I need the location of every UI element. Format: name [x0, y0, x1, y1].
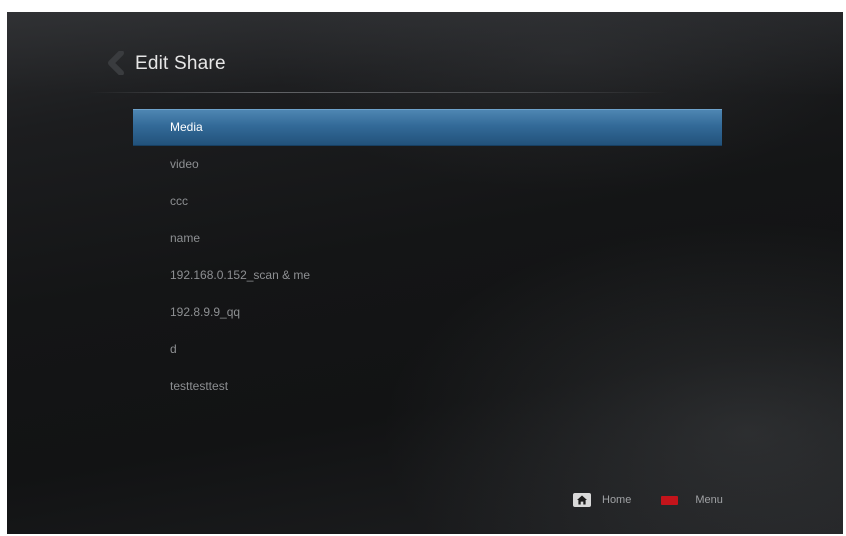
footer-hints: Home Menu	[573, 490, 723, 510]
tv-screen: Edit Share Media video ccc name 192.168.…	[7, 12, 843, 534]
share-item-192-8-9-9[interactable]: 192.8.9.9_qq	[133, 294, 722, 331]
menu-hint-label: Menu	[695, 494, 723, 506]
share-item-testtesttest[interactable]: testtesttest	[133, 368, 722, 405]
share-item-192-168-0-152[interactable]: 192.168.0.152_scan & me	[133, 257, 722, 294]
home-icon[interactable]	[573, 493, 591, 507]
share-item-d[interactable]: d	[133, 331, 722, 368]
back-arrow-icon[interactable]	[105, 51, 127, 75]
share-item-media[interactable]: Media	[133, 109, 722, 146]
share-item-ccc[interactable]: ccc	[133, 183, 722, 220]
header-band	[7, 12, 843, 94]
share-list: Media video ccc name 192.168.0.152_scan …	[133, 109, 722, 405]
home-hint-label: Home	[602, 494, 632, 506]
menu-key-icon[interactable]	[661, 495, 679, 505]
page-title: Edit Share	[135, 53, 226, 74]
title-divider	[89, 92, 669, 93]
share-item-video[interactable]: video	[133, 146, 722, 183]
share-item-name[interactable]: name	[133, 220, 722, 257]
